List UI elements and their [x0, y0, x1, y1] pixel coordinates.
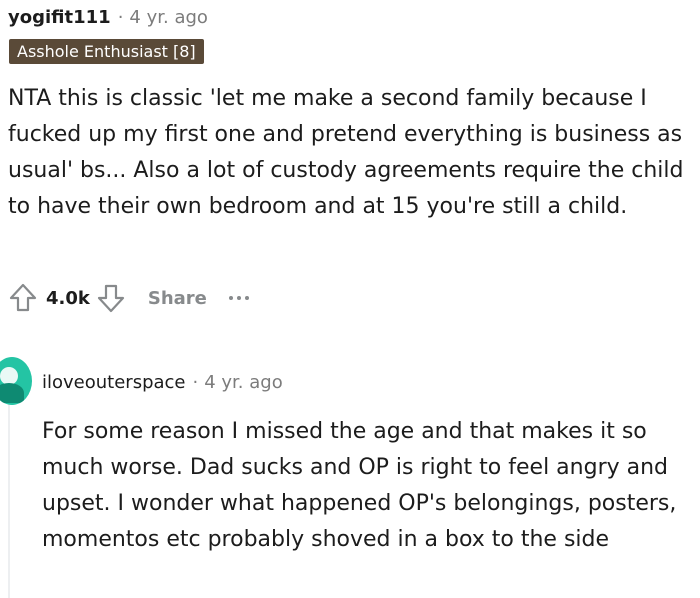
- comment-body: NTA this is classic 'let me make a secon…: [8, 86, 684, 219]
- more-options-button[interactable]: [228, 288, 249, 308]
- upvote-button[interactable]: [6, 281, 40, 315]
- comment-timestamp[interactable]: 4 yr. ago: [129, 7, 208, 28]
- arrow-up-icon: [9, 283, 37, 312]
- meta-separator: ·: [192, 372, 199, 393]
- comment-author[interactable]: yogifit111: [8, 7, 111, 28]
- share-button[interactable]: Share: [148, 288, 207, 309]
- reply-body: For some reason I missed the age and tha…: [42, 419, 677, 552]
- avatar[interactable]: [0, 357, 32, 405]
- ellipsis-icon: [244, 296, 249, 300]
- thread-line[interactable]: [8, 404, 10, 598]
- arrow-down-icon: [97, 284, 124, 313]
- comment-action-bar: 4.0k Share: [6, 280, 249, 316]
- reply-meta: iloveouterspace · 4 yr. ago: [42, 371, 283, 395]
- downvote-button[interactable]: [94, 281, 128, 315]
- reply-author[interactable]: iloveouterspace: [42, 372, 186, 393]
- reply-timestamp[interactable]: 4 yr. ago: [204, 372, 283, 393]
- vote-score: 4.0k: [46, 287, 90, 309]
- meta-separator: ·: [117, 7, 124, 28]
- user-flair: Asshole Enthusiast [8]: [9, 39, 204, 64]
- comment-meta: yogifit111 · 4 yr. ago: [8, 6, 208, 30]
- avatar-body-shape: [0, 383, 24, 403]
- ellipsis-icon: [228, 296, 233, 300]
- ellipsis-icon: [236, 296, 241, 300]
